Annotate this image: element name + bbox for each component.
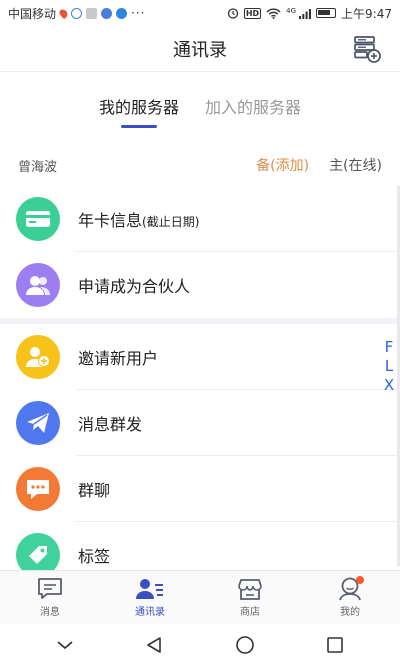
- list-item-card-info[interactable]: 年卡信息(截止日期): [0, 186, 400, 252]
- nav-contacts[interactable]: 通讯录: [100, 571, 200, 624]
- card-info-label: 年卡信息(截止日期): [78, 207, 199, 231]
- signal-icon: [299, 8, 312, 19]
- alarm-icon: [227, 8, 238, 19]
- flx-letter: L: [384, 357, 394, 375]
- owner-name: 曾海波: [18, 159, 58, 175]
- send-icon: [16, 401, 60, 445]
- account-section: 年卡信息(截止日期) 申请成为合伙人: [0, 186, 400, 318]
- system-nav-bar: [0, 624, 400, 666]
- flx-letter: F: [384, 338, 394, 356]
- status-right: HD 4G 上午9:47: [227, 5, 392, 22]
- chevron-down-icon[interactable]: [56, 639, 74, 651]
- flx-side-label: F L X: [382, 338, 396, 395]
- battery-icon: [316, 8, 337, 18]
- clock: 上午9:47: [341, 6, 392, 21]
- primary-online-link[interactable]: 主(在线): [329, 155, 382, 175]
- top-bar: 通讯录: [0, 26, 400, 72]
- hd-badge: HD: [243, 7, 262, 19]
- notification-icon-2: [101, 7, 113, 19]
- partner-label: 申请成为合伙人: [78, 277, 191, 296]
- wifi-icon: [266, 8, 281, 19]
- list-item-invite[interactable]: 邀请新用户: [0, 324, 400, 390]
- owner-row: 曾海波 备(添加) 主(在线): [0, 148, 400, 182]
- message-icon: [38, 578, 62, 599]
- card-info-sub: (截止日期): [142, 215, 200, 229]
- nav-profile-label: 我的: [340, 607, 360, 618]
- tab-my-servers[interactable]: 我的服务器: [99, 90, 179, 128]
- nav-contacts-label: 通讯录: [135, 607, 165, 618]
- group-chat-icon: [16, 467, 60, 511]
- location-icon: [57, 7, 70, 19]
- status-bar: 中国移动 ··· HD 4G 上午9:47: [0, 0, 400, 26]
- list-item-partner[interactable]: 申请成为合伙人: [0, 252, 400, 318]
- flx-letter: X: [383, 376, 395, 394]
- add-server-button[interactable]: [352, 34, 382, 64]
- network-type: 4G: [286, 6, 297, 15]
- list-item-group-chat[interactable]: 群聊: [0, 456, 400, 522]
- contacts-icon: [136, 579, 163, 599]
- server-add-icon: [354, 36, 381, 63]
- nav-messages-label: 消息: [40, 607, 60, 618]
- page-title: 通讯录: [173, 39, 227, 61]
- back-icon[interactable]: [145, 636, 163, 654]
- partner-icon: [16, 263, 60, 307]
- recents-icon[interactable]: [326, 636, 344, 654]
- card-icon: [16, 197, 60, 241]
- tags-label: 标签: [78, 547, 111, 566]
- nav-profile[interactable]: 我的: [300, 571, 400, 624]
- notification-badge: [356, 576, 364, 584]
- more-notifications-icon: ···: [131, 6, 146, 20]
- group-chat-label: 群聊: [78, 481, 111, 500]
- tab-joined-servers[interactable]: 加入的服务器: [205, 90, 301, 128]
- invite-label: 邀请新用户: [78, 349, 159, 368]
- home-icon[interactable]: [235, 635, 255, 655]
- status-left: 中国移动 ···: [8, 5, 145, 22]
- nav-store-label: 商店: [240, 607, 260, 618]
- nav-store[interactable]: 商店: [200, 571, 300, 624]
- notification-icon: [71, 7, 83, 19]
- card-info-title: 年卡信息: [78, 211, 143, 230]
- app-icon: [86, 7, 98, 19]
- broadcast-label: 消息群发: [78, 415, 143, 434]
- feature-section: 邀请新用户 消息群发 群聊 标签: [0, 324, 400, 588]
- store-icon: [238, 579, 262, 600]
- list-item-broadcast[interactable]: 消息群发: [0, 390, 400, 456]
- bottom-nav: 消息 通讯录 商店 我的: [0, 570, 400, 624]
- nav-messages[interactable]: 消息: [0, 571, 100, 624]
- invite-user-icon: [16, 335, 60, 379]
- carrier-label: 中国移动: [8, 6, 57, 21]
- add-backup-link[interactable]: 备(添加): [256, 155, 309, 175]
- server-tabs: 我的服务器 加入的服务器: [0, 90, 400, 130]
- notification-icon-3: [116, 7, 128, 19]
